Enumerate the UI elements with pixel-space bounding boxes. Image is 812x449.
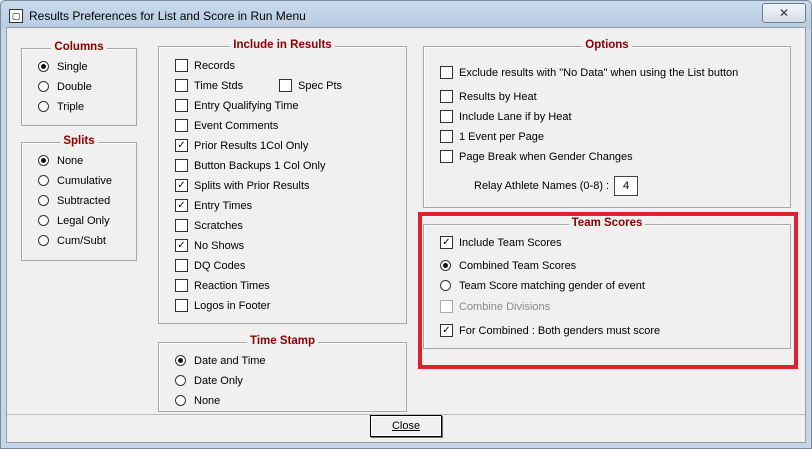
one-event-per-page-checkbox[interactable]: 1 Event per Page <box>440 129 544 144</box>
date-only-radio[interactable]: Date Only <box>175 374 243 388</box>
records-checkbox[interactable]: Records <box>175 58 235 73</box>
window-title: Results Preferences for List and Score i… <box>29 9 306 23</box>
spec-pts-checkbox[interactable]: Spec Pts <box>279 78 342 93</box>
dq-codes-checkbox[interactable]: DQ Codes <box>175 258 245 273</box>
include-lane-checkbox[interactable]: Include Lane if by Heat <box>440 109 572 124</box>
splits-none-radio[interactable]: None <box>38 154 83 168</box>
time-stds-checkbox[interactable]: Time Stds <box>175 78 243 93</box>
columns-double-radio[interactable]: Double <box>38 80 92 94</box>
splits-title: Splits <box>60 135 98 147</box>
options-title: Options <box>582 39 632 51</box>
splits-panel: Splits None Cumulative Subtracted Legal … <box>21 135 137 261</box>
radio-indicator <box>38 80 49 92</box>
columns-title: Columns <box>51 41 107 53</box>
relay-athlete-names-label: Relay Athlete Names (0-8) : <box>474 180 610 192</box>
radio-indicator <box>38 100 49 112</box>
page-break-gender-checkbox[interactable]: Page Break when Gender Changes <box>440 149 633 164</box>
columns-single-radio[interactable]: Single <box>38 60 88 74</box>
title-bar: ▢ Results Preferences for List and Score… <box>1 1 811 29</box>
date-and-time-radio[interactable]: Date and Time <box>175 354 266 368</box>
splits-cum-subt-radio[interactable]: Cum/Subt <box>38 234 106 248</box>
splits-prior-results-checkbox[interactable]: ✓ Splits with Prior Results <box>175 178 310 193</box>
results-by-heat-checkbox[interactable]: Results by Heat <box>440 89 537 104</box>
time-stamp-panel: Time Stamp Date and Time Date Only None <box>158 335 407 412</box>
include-title: Include in Results <box>230 39 335 51</box>
prior-results-checkbox[interactable]: ✓ Prior Results 1Col Only <box>175 138 308 153</box>
columns-panel: Columns Single Double Triple <box>21 41 137 126</box>
button-backups-checkbox[interactable]: Button Backups 1 Col Only <box>175 158 325 173</box>
entry-qualifying-time-checkbox[interactable]: Entry Qualifying Time <box>175 98 299 113</box>
window-close-button[interactable]: ✕ <box>762 3 806 23</box>
app-icon: ▢ <box>9 9 23 23</box>
splits-subtracted-radio[interactable]: Subtracted <box>38 194 110 208</box>
splits-legal-only-radio[interactable]: Legal Only <box>38 214 110 228</box>
radio-indicator <box>38 60 49 72</box>
timestamp-none-radio[interactable]: None <box>175 394 220 408</box>
relay-athlete-names-input[interactable]: 4 <box>614 176 638 196</box>
include-in-results-panel: Include in Results Records Time Stds Spe… <box>158 39 407 324</box>
logos-footer-checkbox[interactable]: Logos in Footer <box>175 298 270 313</box>
team-scores-highlight <box>418 212 798 369</box>
close-button[interactable]: Close <box>370 415 442 437</box>
exclude-no-data-checkbox[interactable]: Exclude results with "No Data" when usin… <box>440 65 738 80</box>
reaction-times-checkbox[interactable]: Reaction Times <box>175 278 270 293</box>
splits-cumulative-radio[interactable]: Cumulative <box>38 174 112 188</box>
event-comments-checkbox[interactable]: Event Comments <box>175 118 278 133</box>
no-shows-checkbox[interactable]: ✓ No Shows <box>175 238 244 253</box>
entry-times-checkbox[interactable]: ✓ Entry Times <box>175 198 252 213</box>
options-panel: Options Exclude results with "No Data" w… <box>423 39 791 208</box>
timestamp-title: Time Stamp <box>247 335 318 347</box>
columns-triple-radio[interactable]: Triple <box>38 100 84 114</box>
scratches-checkbox[interactable]: Scratches <box>175 218 243 233</box>
